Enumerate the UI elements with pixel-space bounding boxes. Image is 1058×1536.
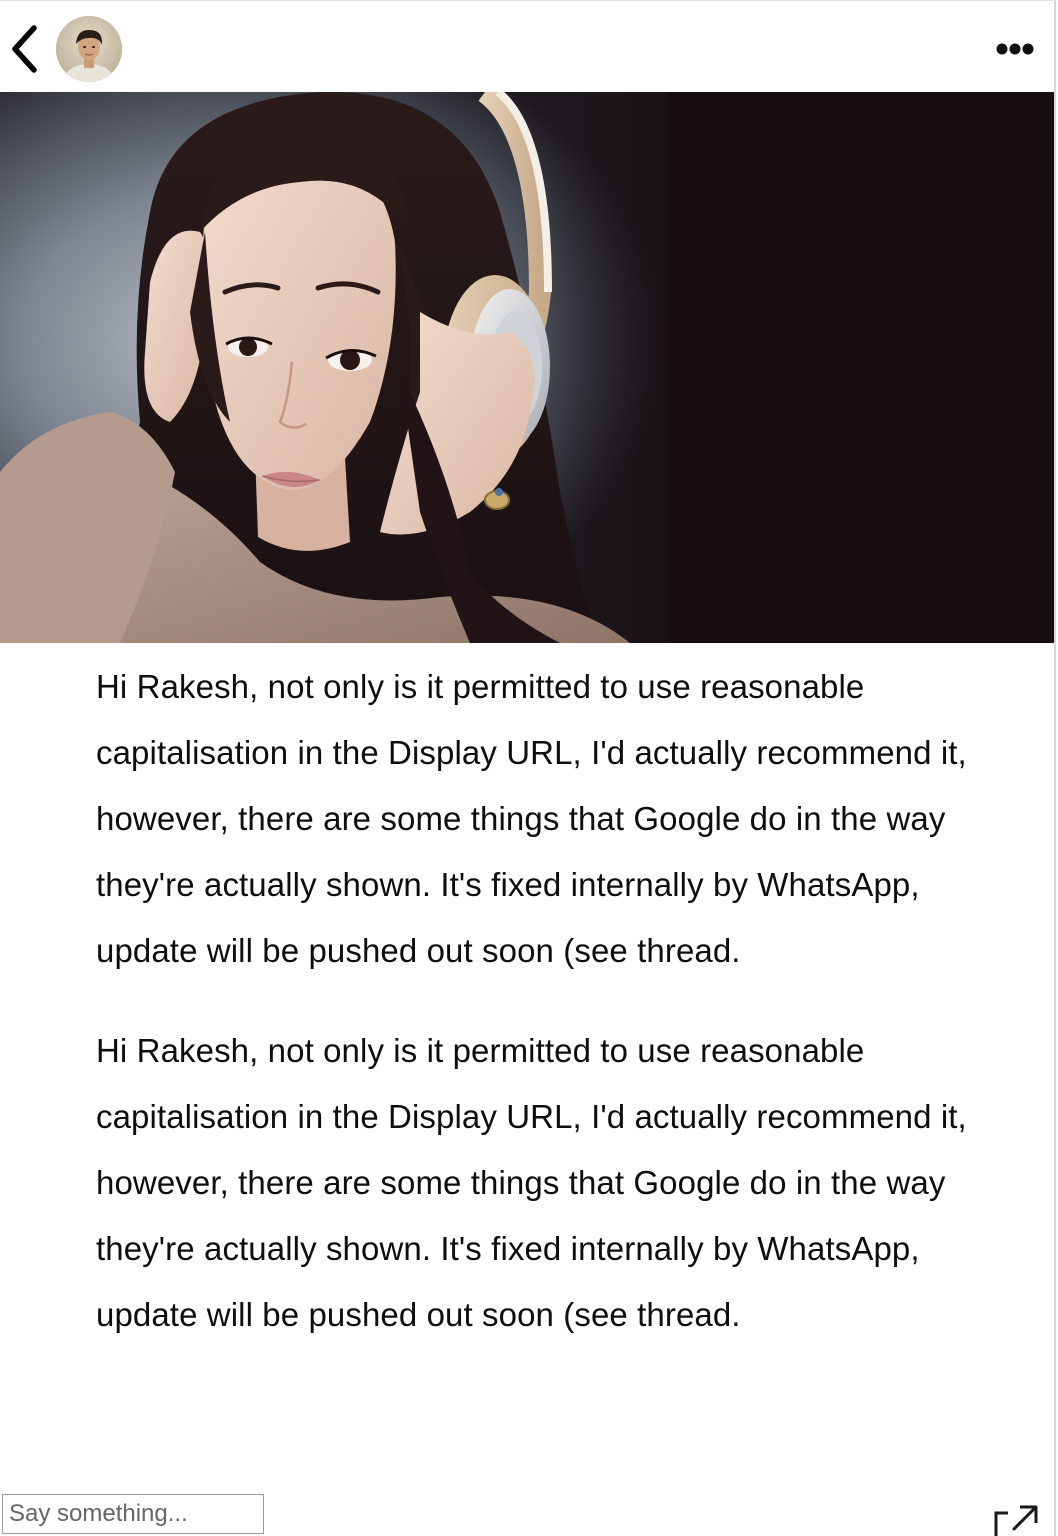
hero-image[interactable] — [0, 92, 1054, 643]
avatar[interactable] — [56, 16, 122, 82]
more-options-button[interactable] — [994, 33, 1038, 65]
user-avatar-icon — [56, 16, 122, 82]
chat-detail-screen: Hi Rakesh, not only is it permitted to u… — [0, 0, 1056, 1536]
external-link-icon — [994, 1505, 1038, 1536]
photo-woman-headphones — [0, 92, 1054, 643]
back-button[interactable] — [4, 21, 44, 77]
message-paragraph: Hi Rakesh, not only is it permitted to u… — [96, 668, 967, 969]
message-input[interactable] — [2, 1494, 264, 1534]
ellipsis-icon — [996, 43, 1034, 55]
message-body: Hi Rakesh, not only is it permitted to u… — [96, 654, 976, 1382]
message-paragraph: Hi Rakesh, not only is it permitted to u… — [96, 1032, 967, 1333]
chevron-left-icon — [12, 25, 37, 73]
share-button[interactable] — [990, 1501, 1040, 1536]
top-bar — [0, 1, 1054, 92]
